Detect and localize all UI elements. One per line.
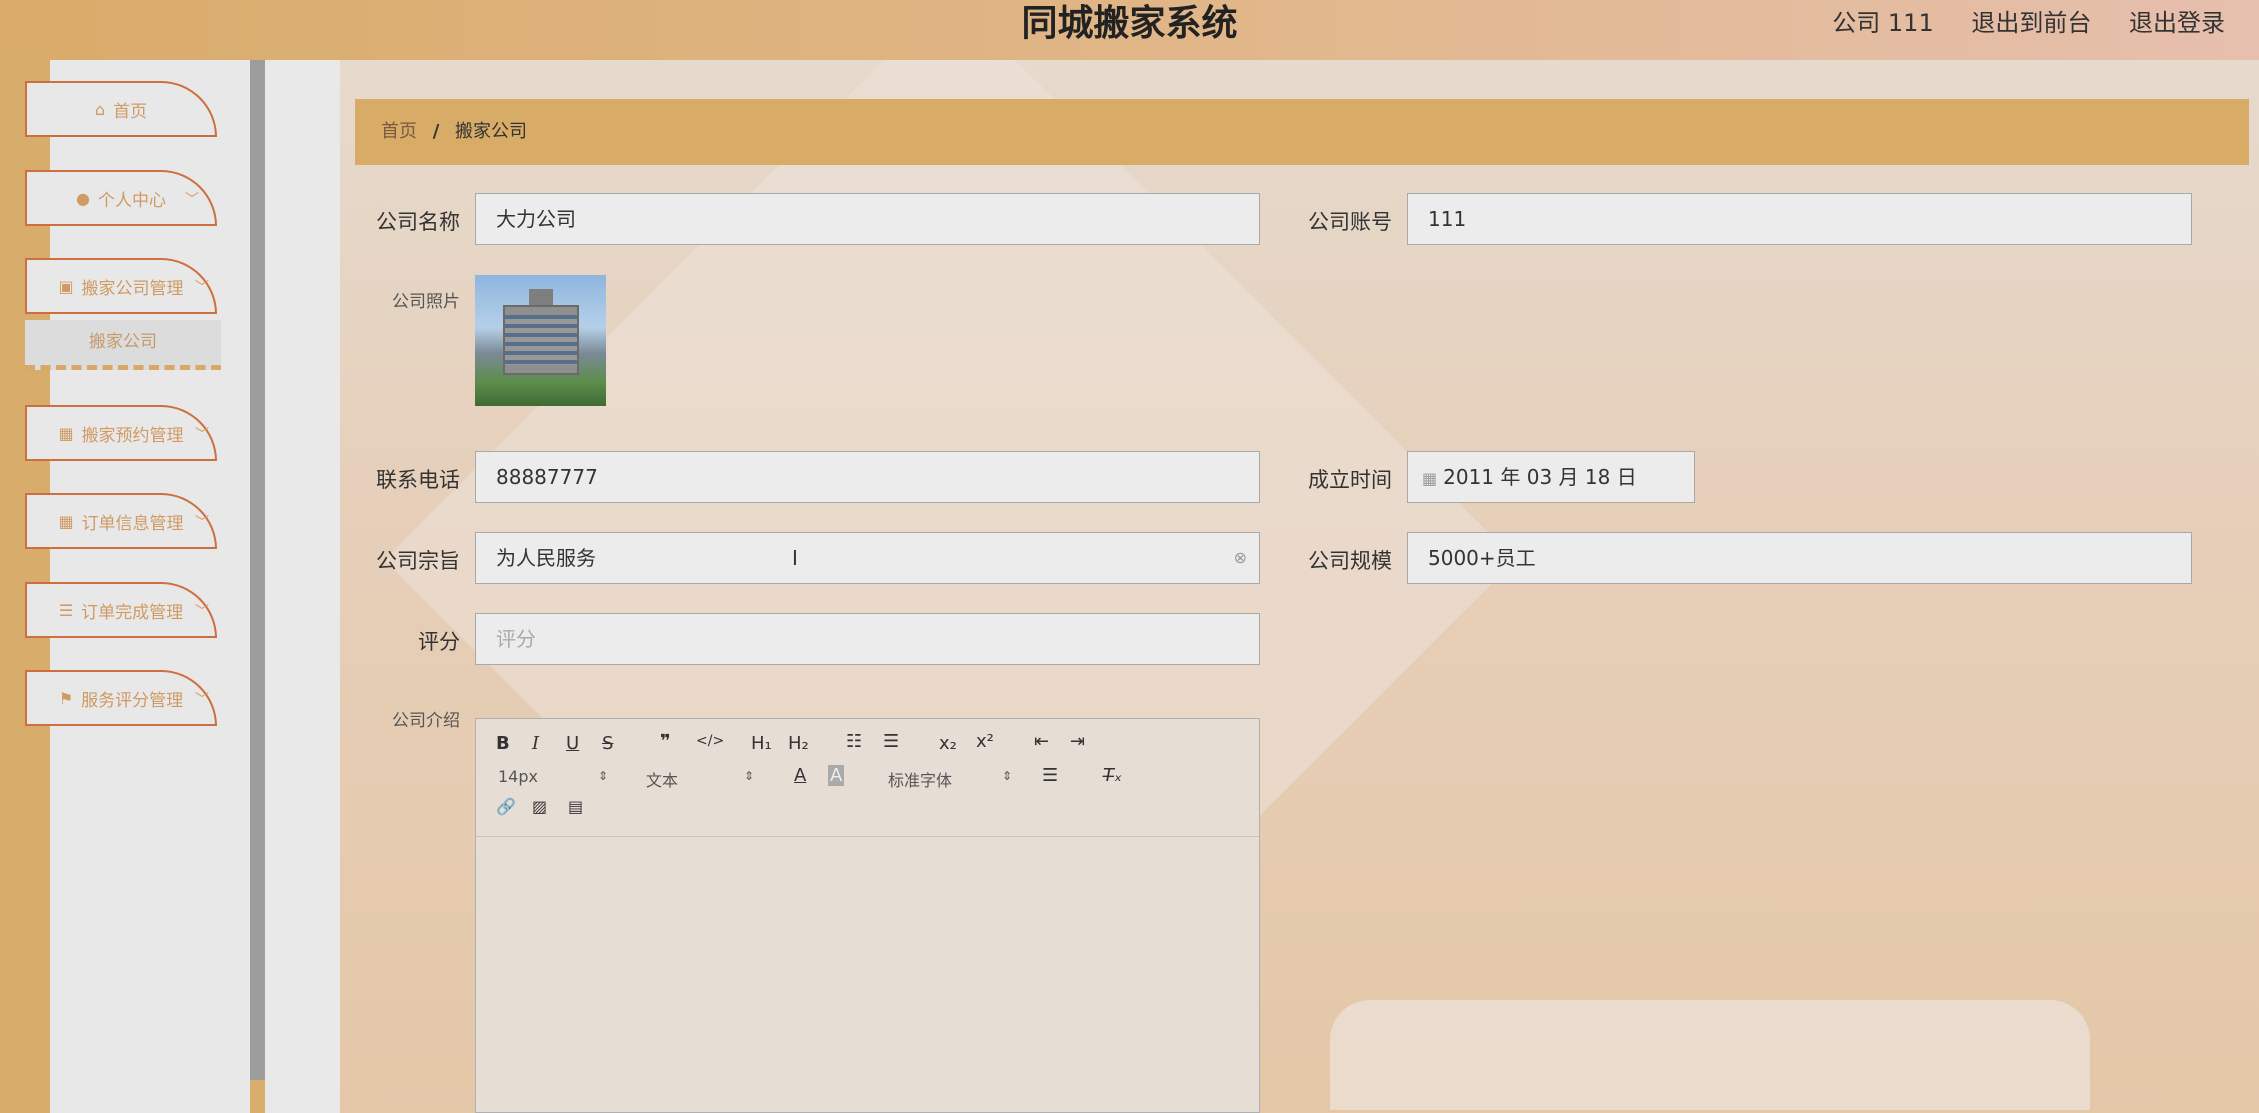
breadcrumb-separator: / (432, 121, 440, 142)
grid-icon: ▦ (58, 511, 74, 531)
sidebar-scrollbar[interactable] (250, 60, 265, 1080)
sidebar-item-label: 搬家预约管理 (81, 425, 184, 446)
company-photo[interactable] (475, 275, 606, 406)
company-account-input[interactable]: 111 (1407, 193, 2192, 245)
sidebar-item-rating-management[interactable]: ⚑ 服务评分管理 ﹀ (25, 670, 217, 726)
home-icon: ⌂ (94, 99, 106, 119)
underline-icon[interactable]: U (566, 733, 579, 754)
sidebar-item-label: 首页 (113, 101, 148, 122)
clear-icon[interactable]: ⊗ (1234, 533, 1247, 583)
back-to-front-link[interactable]: 退出到前台 (1971, 9, 2091, 37)
breadcrumb-home[interactable]: 首页 (381, 121, 417, 142)
company-photo-label: 公司照片 (392, 292, 460, 312)
code-icon[interactable]: </> (696, 733, 724, 749)
current-user[interactable]: 公司 111 (1832, 9, 1933, 37)
chevron-down-icon: ﹀ (195, 427, 209, 443)
phone-label: 联系电话 (376, 468, 460, 492)
block-format-value: 文本 (646, 771, 679, 790)
flag-icon: ⚑ (58, 688, 74, 708)
user-icon: ● (76, 188, 90, 208)
photo-building (503, 305, 579, 375)
select-arrow-icon: ⇕ (598, 769, 609, 783)
select-arrow-icon: ⇕ (1002, 769, 1013, 783)
image-icon[interactable]: ▨ (532, 797, 547, 816)
bullet-list-icon[interactable]: ☰ (883, 731, 899, 752)
align-icon[interactable]: ☰ (1042, 765, 1058, 786)
outdent-icon[interactable]: ⇤ (1034, 731, 1049, 752)
clear-format-icon[interactable]: T̶ₓ (1103, 765, 1122, 786)
company-account-label: 公司账号 (1308, 210, 1392, 234)
background-color-icon[interactable]: A (828, 765, 845, 786)
indent-icon[interactable]: ⇥ (1070, 731, 1085, 752)
founded-date-picker[interactable]: ▦ 2011 年 03 月 18 日 (1407, 451, 1695, 503)
sidebar-item-label: 服务评分管理 (81, 690, 184, 711)
link-icon[interactable]: 🔗 (496, 797, 516, 816)
header-nav: 公司 111 退出到前台 退出登录 (1802, 0, 2225, 46)
sidebar-item-label: 订单信息管理 (81, 513, 184, 534)
sidebar-item-home[interactable]: ⌂ 首页 (25, 81, 217, 137)
editor-toolbar: B I U S ❞ </> H₁ H₂ ☷ ☰ x₂ x² ⇤ ⇥ 14px ⇕ … (476, 719, 1259, 837)
sidebar-item-appointment-management[interactable]: ▦ 搬家预约管理 ﹀ (25, 405, 217, 461)
grid-icon: ▦ (58, 423, 74, 443)
company-name-input[interactable]: 大力公司 (475, 193, 1260, 245)
chevron-down-icon: ﹀ (195, 515, 209, 531)
logout-link[interactable]: 退出登录 (2129, 9, 2225, 37)
italic-icon[interactable]: I (532, 733, 539, 754)
sidebar-item-order-complete-management[interactable]: ☰ 订单完成管理 ﹀ (25, 582, 217, 638)
sidebar-subitem-moving-company[interactable]: 搬家公司 (25, 320, 221, 370)
purpose-input[interactable]: 为人民服务 ⊗ (475, 532, 1260, 584)
breadcrumb-current: 搬家公司 (455, 121, 528, 142)
sidebar-item-personal-center[interactable]: ● 个人中心 ﹀ (25, 170, 217, 226)
video-icon[interactable]: ▤ (568, 797, 583, 816)
list-icon: ☰ (58, 600, 74, 620)
intro-label: 公司介绍 (392, 711, 460, 731)
chevron-down-icon: ﹀ (195, 692, 209, 708)
chevron-down-icon: ﹀ (195, 280, 209, 296)
select-arrow-icon: ⇕ (744, 769, 755, 783)
strikethrough-icon[interactable]: S (602, 733, 613, 754)
rating-label: 评分 (418, 630, 460, 654)
sidebar-item-label: 订单完成管理 (81, 602, 184, 623)
font-size-select[interactable]: 14px ⇕ (498, 767, 608, 786)
subscript-icon[interactable]: x₂ (939, 733, 957, 754)
calendar-icon: ▦ (1422, 469, 1438, 488)
rich-text-editor: B I U S ❞ </> H₁ H₂ ☷ ☰ x₂ x² ⇤ ⇥ 14px ⇕ … (475, 718, 1260, 1113)
sidebar-item-label: 个人中心 (97, 190, 166, 211)
blockquote-icon[interactable]: ❞ (660, 731, 671, 752)
founded-date-value: 2011 年 03 月 18 日 (1443, 465, 1637, 489)
rating-input[interactable]: 评分 (475, 613, 1260, 665)
background-decoration (1330, 1000, 2090, 1110)
font-family-value: 标准字体 (888, 771, 953, 790)
sidebar-item-label: 搬家公司管理 (81, 278, 184, 299)
font-size-value: 14px (498, 767, 538, 786)
superscript-icon[interactable]: x² (976, 731, 994, 752)
sidebar-item-order-info-management[interactable]: ▦ 订单信息管理 ﹀ (25, 493, 217, 549)
founded-label: 成立时间 (1308, 468, 1392, 492)
company-name-label: 公司名称 (376, 210, 460, 234)
heading-1-icon[interactable]: H₁ (751, 733, 772, 754)
breadcrumb: 首页 / 搬家公司 (355, 99, 2249, 165)
sidebar-gutter (265, 60, 340, 1113)
heading-2-icon[interactable]: H₂ (788, 733, 809, 754)
chevron-down-icon: ﹀ (195, 604, 209, 620)
font-color-icon[interactable]: A (794, 765, 806, 786)
scale-input[interactable]: 5000+员工 (1407, 532, 2192, 584)
text-cursor-icon: I (792, 546, 798, 570)
sidebar-item-company-management[interactable]: ▣ 搬家公司管理 ﹀ (25, 258, 217, 314)
chevron-down-icon: ﹀ (185, 192, 199, 208)
clipboard-icon: ▣ (58, 276, 74, 296)
editor-content-area[interactable] (476, 837, 1259, 1112)
block-format-select[interactable]: 文本 ⇕ (646, 767, 756, 791)
font-family-select[interactable]: 标准字体 ⇕ (888, 767, 1018, 791)
phone-input[interactable]: 88887777 (475, 451, 1260, 503)
purpose-value: 为人民服务 (496, 546, 596, 570)
scale-label: 公司规模 (1308, 549, 1392, 573)
ordered-list-icon[interactable]: ☷ (846, 731, 862, 752)
purpose-label: 公司宗旨 (376, 549, 460, 573)
bold-icon[interactable]: B (496, 733, 510, 754)
top-header: 同城搬家系统 公司 111 退出到前台 退出登录 (0, 0, 2259, 60)
